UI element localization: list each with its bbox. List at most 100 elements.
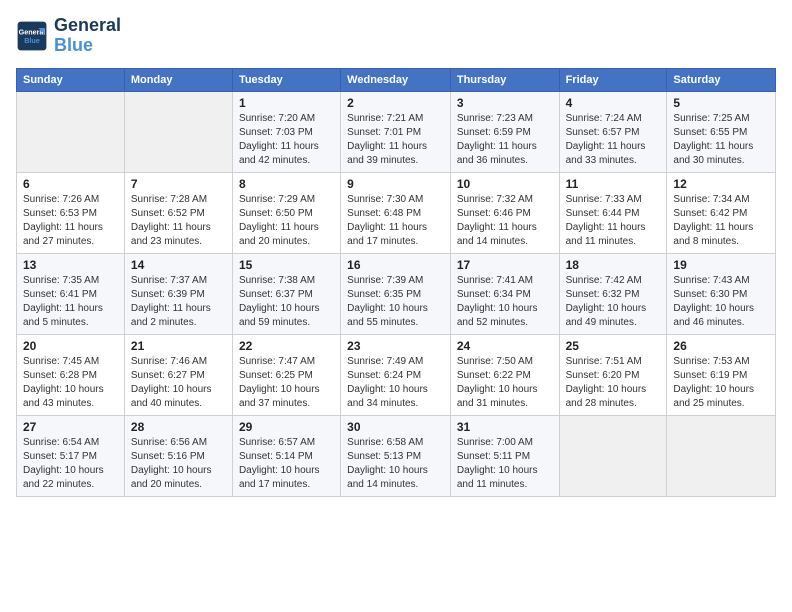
calendar-cell: 24Sunrise: 7:50 AM Sunset: 6:22 PM Dayli… [450,334,559,415]
calendar-row-4: 27Sunrise: 6:54 AM Sunset: 5:17 PM Dayli… [17,415,776,496]
day-info: Sunrise: 7:43 AM Sunset: 6:30 PM Dayligh… [673,274,769,330]
day-info: Sunrise: 7:33 AM Sunset: 6:44 PM Dayligh… [566,193,661,249]
weekday-header-thursday: Thursday [450,68,559,91]
weekday-header-tuesday: Tuesday [232,68,340,91]
day-number: 26 [673,339,769,353]
calendar-row-0: 1 Sunrise: 7:20 AM Sunset: 7:03 PM Daylig… [17,91,776,172]
weekday-header-friday: Friday [559,68,667,91]
day-number: 14 [131,258,226,272]
day-number: 13 [23,258,118,272]
day-number: 25 [566,339,661,353]
day-number: 6 [23,177,118,191]
calendar-row-3: 20 Sunrise: 7:45 AM Sunset: 6:28 PM Dayli… [17,334,776,415]
day-number: 16 [347,258,444,272]
day-number: 28 [131,420,226,434]
day-number: 15 [239,258,334,272]
day-info: Sunrise: 7:29 AM Sunset: 6:50 PM Dayligh… [239,193,334,249]
weekday-header-monday: Monday [124,68,232,91]
weekday-header-row: SundayMondayTuesdayWednesdayThursdayFrid… [17,68,776,91]
calendar-cell: 4 Sunrise: 7:24 AM Sunset: 6:57 PM Daylig… [559,91,667,172]
day-info: Sunrise: 7:39 AM Sunset: 6:35 PM Dayligh… [347,274,444,330]
calendar-cell: 1 Sunrise: 7:20 AM Sunset: 7:03 PM Daylig… [232,91,340,172]
day-number: 2 [347,96,444,110]
calendar-row-1: 6 Sunrise: 7:26 AM Sunset: 6:53 PM Daylig… [17,172,776,253]
day-info: Sunrise: 7:32 AM Sunset: 6:46 PM Dayligh… [457,193,553,249]
day-number: 20 [23,339,118,353]
calendar-cell: 7Sunrise: 7:28 AM Sunset: 6:52 PM Daylig… [124,172,232,253]
day-number: 22 [239,339,334,353]
day-info: Sunrise: 7:45 AM Sunset: 6:28 PM Dayligh… [23,355,118,411]
calendar-table: SundayMondayTuesdayWednesdayThursdayFrid… [16,68,776,497]
weekday-header-saturday: Saturday [667,68,776,91]
calendar-cell: 13 Sunrise: 7:35 AM Sunset: 6:41 PM Dayli… [17,253,125,334]
calendar-cell: 16 Sunrise: 7:39 AM Sunset: 6:35 PM Dayli… [341,253,451,334]
svg-text:Blue: Blue [24,36,40,45]
day-number: 8 [239,177,334,191]
logo-icon: General Blue [16,20,48,52]
calendar-cell: 14 Sunrise: 7:37 AM Sunset: 6:39 PM Dayli… [124,253,232,334]
day-number: 29 [239,420,334,434]
day-number: 24 [457,339,553,353]
day-info: Sunrise: 7:38 AM Sunset: 6:37 PM Dayligh… [239,274,334,330]
day-number: 21 [131,339,226,353]
day-info: Sunrise: 7:21 AM Sunset: 7:01 PM Dayligh… [347,112,444,168]
day-number: 4 [566,96,661,110]
day-number: 10 [457,177,553,191]
logo-text-general: General [54,16,121,36]
day-info: Sunrise: 7:30 AM Sunset: 6:48 PM Dayligh… [347,193,444,249]
day-number: 11 [566,177,661,191]
day-number: 3 [457,96,553,110]
calendar-cell: 19 Sunrise: 7:43 AM Sunset: 6:30 PM Dayli… [667,253,776,334]
day-number: 19 [673,258,769,272]
calendar-cell: 27Sunrise: 6:54 AM Sunset: 5:17 PM Dayli… [17,415,125,496]
calendar-cell: 10 Sunrise: 7:32 AM Sunset: 6:46 PM Dayli… [450,172,559,253]
weekday-header-sunday: Sunday [17,68,125,91]
weekday-header-wednesday: Wednesday [341,68,451,91]
day-info: Sunrise: 7:49 AM Sunset: 6:24 PM Dayligh… [347,355,444,411]
day-info: Sunrise: 7:53 AM Sunset: 6:19 PM Dayligh… [673,355,769,411]
day-number: 18 [566,258,661,272]
calendar-cell: 17 Sunrise: 7:41 AM Sunset: 6:34 PM Dayli… [450,253,559,334]
day-number: 17 [457,258,553,272]
calendar-cell: 26 Sunrise: 7:53 AM Sunset: 6:19 PM Dayli… [667,334,776,415]
calendar-row-2: 13 Sunrise: 7:35 AM Sunset: 6:41 PM Dayli… [17,253,776,334]
calendar-cell: 11 Sunrise: 7:33 AM Sunset: 6:44 PM Dayli… [559,172,667,253]
logo: General Blue General Blue [16,16,121,56]
calendar-cell: 15 Sunrise: 7:38 AM Sunset: 6:37 PM Dayli… [232,253,340,334]
day-info: Sunrise: 6:57 AM Sunset: 5:14 PM Dayligh… [239,436,334,492]
day-info: Sunrise: 7:28 AM Sunset: 6:52 PM Dayligh… [131,193,226,249]
calendar-cell [17,91,125,172]
day-info: Sunrise: 7:37 AM Sunset: 6:39 PM Dayligh… [131,274,226,330]
day-number: 1 [239,96,334,110]
day-info: Sunrise: 7:42 AM Sunset: 6:32 PM Dayligh… [566,274,661,330]
calendar-cell: 25Sunrise: 7:51 AM Sunset: 6:20 PM Dayli… [559,334,667,415]
calendar-cell: 18 Sunrise: 7:42 AM Sunset: 6:32 PM Dayli… [559,253,667,334]
calendar-cell: 28 Sunrise: 6:56 AM Sunset: 5:16 PM Dayli… [124,415,232,496]
calendar-cell [124,91,232,172]
calendar-cell: 21Sunrise: 7:46 AM Sunset: 6:27 PM Dayli… [124,334,232,415]
day-info: Sunrise: 7:35 AM Sunset: 6:41 PM Dayligh… [23,274,118,330]
calendar-cell: 3Sunrise: 7:23 AM Sunset: 6:59 PM Daylig… [450,91,559,172]
calendar-cell: 2 Sunrise: 7:21 AM Sunset: 7:01 PM Daylig… [341,91,451,172]
calendar-cell: 29 Sunrise: 6:57 AM Sunset: 5:14 PM Dayli… [232,415,340,496]
day-info: Sunrise: 7:26 AM Sunset: 6:53 PM Dayligh… [23,193,118,249]
day-number: 23 [347,339,444,353]
calendar-cell: 31Sunrise: 7:00 AM Sunset: 5:11 PM Dayli… [450,415,559,496]
day-number: 12 [673,177,769,191]
day-info: Sunrise: 6:56 AM Sunset: 5:16 PM Dayligh… [131,436,226,492]
header: General Blue General Blue [16,16,776,56]
day-info: Sunrise: 7:41 AM Sunset: 6:34 PM Dayligh… [457,274,553,330]
day-number: 5 [673,96,769,110]
day-info: Sunrise: 6:58 AM Sunset: 5:13 PM Dayligh… [347,436,444,492]
day-number: 27 [23,420,118,434]
calendar-cell: 5 Sunrise: 7:25 AM Sunset: 6:55 PM Daylig… [667,91,776,172]
day-info: Sunrise: 7:25 AM Sunset: 6:55 PM Dayligh… [673,112,769,168]
day-info: Sunrise: 7:24 AM Sunset: 6:57 PM Dayligh… [566,112,661,168]
calendar-cell: 8 Sunrise: 7:29 AM Sunset: 6:50 PM Daylig… [232,172,340,253]
calendar-page: General Blue General Blue SundayMondayTu… [0,0,792,513]
calendar-cell: 6 Sunrise: 7:26 AM Sunset: 6:53 PM Daylig… [17,172,125,253]
day-info: Sunrise: 7:20 AM Sunset: 7:03 PM Dayligh… [239,112,334,168]
calendar-cell [559,415,667,496]
day-info: Sunrise: 7:34 AM Sunset: 6:42 PM Dayligh… [673,193,769,249]
calendar-cell: 9Sunrise: 7:30 AM Sunset: 6:48 PM Daylig… [341,172,451,253]
